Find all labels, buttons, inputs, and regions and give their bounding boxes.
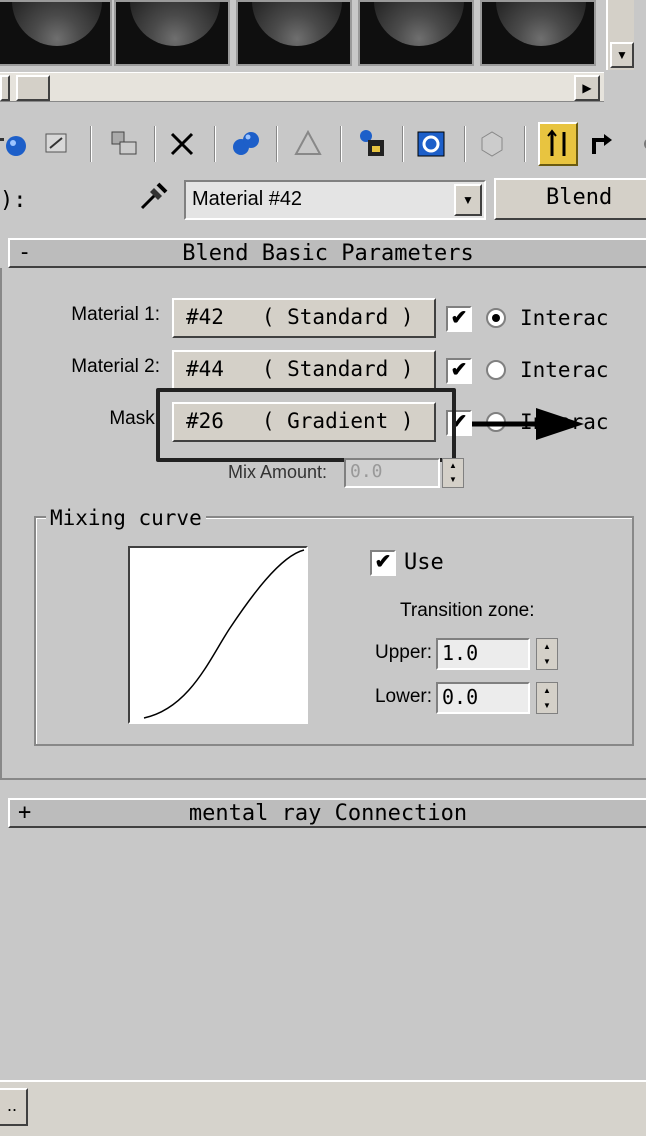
- sample-slot[interactable]: [480, 0, 596, 66]
- lower-label: Lower:: [374, 686, 432, 707]
- material-2-enable-checkbox[interactable]: ✔: [446, 358, 472, 384]
- status-more-button[interactable]: ..: [0, 1088, 28, 1126]
- rollout-title: mental ray Connection: [188, 801, 468, 826]
- sample-slot[interactable]: [358, 0, 474, 66]
- material-sphere-preview: [130, 2, 220, 46]
- material-1-label: Material 1:: [71, 304, 160, 325]
- material-editor-toolbar: [0, 112, 646, 176]
- make-unique-icon[interactable]: [226, 122, 266, 166]
- mix-amount-field[interactable]: 0.0: [344, 458, 440, 488]
- upper-field[interactable]: 1.0: [436, 638, 530, 670]
- sample-slots-vscroll[interactable]: ▼: [606, 0, 634, 70]
- sample-slots: ▼: [0, 0, 646, 72]
- rollout-header-mental-ray[interactable]: + mental ray Connection: [8, 798, 646, 828]
- mix-amount-spinner[interactable]: ▲ ▼: [442, 458, 464, 488]
- material-2-interactive-radio[interactable]: [486, 360, 506, 380]
- material-sphere-preview: [252, 2, 342, 46]
- show-map-in-viewport-icon[interactable]: [412, 122, 452, 166]
- mixing-curve-title: Mixing curve: [46, 506, 206, 530]
- material-1-map-button[interactable]: #42 ( Standard ): [172, 298, 436, 338]
- material-2-map-button[interactable]: #44 ( Standard ): [172, 350, 436, 390]
- get-material-icon[interactable]: [0, 122, 32, 166]
- rollout-title: Blend Basic Parameters: [182, 241, 474, 266]
- put-to-library-icon[interactable]: [288, 122, 328, 166]
- material-1-interactive-label: Interac: [520, 306, 609, 330]
- assign-to-selection-icon[interactable]: [104, 122, 144, 166]
- eyedropper-icon[interactable]: [136, 180, 170, 221]
- go-to-parent-icon[interactable]: [538, 122, 578, 166]
- show-end-result-icon[interactable]: [472, 122, 512, 166]
- mask-label: Mask:: [109, 408, 160, 429]
- reset-map-delete-icon[interactable]: [162, 122, 202, 166]
- mixing-curve-graph: [128, 546, 308, 724]
- rollout-header-blend-basic[interactable]: - Blend Basic Parameters: [8, 238, 646, 268]
- go-forward-to-sibling-icon[interactable]: [584, 122, 624, 166]
- material-type-button[interactable]: Blend: [494, 178, 646, 220]
- material-1-interactive-radio[interactable]: [486, 308, 506, 328]
- status-bar: ..: [0, 1080, 646, 1136]
- material-sphere-preview: [12, 2, 102, 46]
- arrow-right-icon: [470, 400, 590, 453]
- scroll-down-arrow-icon[interactable]: ▼: [610, 42, 634, 68]
- material-name-value[interactable]: Material #42: [192, 188, 302, 211]
- scroll-left-arrow-icon[interactable]: [0, 75, 10, 101]
- material-effects-channel-icon[interactable]: [352, 122, 392, 166]
- highlight-annotation-frame: [156, 388, 456, 462]
- material-2-interactive-label: Interac: [520, 358, 609, 382]
- upper-label: Upper:: [374, 642, 432, 663]
- lower-spinner[interactable]: ▲ ▼: [536, 682, 558, 714]
- sample-slots-hscroll[interactable]: ▶: [0, 72, 604, 102]
- sample-slot[interactable]: [114, 0, 230, 66]
- material-name-combobox[interactable]: Material #42 ▼: [184, 180, 486, 220]
- material-sphere-preview: [374, 2, 464, 46]
- material-sphere-preview: [496, 2, 586, 46]
- chevron-down-icon[interactable]: ▼: [454, 184, 482, 216]
- name-row-label: ):: [0, 188, 27, 213]
- mix-amount-label: Mix Amount:: [228, 462, 328, 482]
- material-1-enable-checkbox[interactable]: ✔: [446, 306, 472, 332]
- scroll-thumb[interactable]: [16, 75, 50, 101]
- sample-slot[interactable]: [236, 0, 352, 66]
- transition-zone-label: Transition zone:: [400, 600, 535, 621]
- scroll-right-arrow-icon[interactable]: ▶: [574, 75, 600, 101]
- use-curve-label: Use: [404, 550, 444, 575]
- material-navigator-icon[interactable]: [626, 122, 646, 166]
- upper-spinner[interactable]: ▲ ▼: [536, 638, 558, 670]
- lower-field[interactable]: 0.0: [436, 682, 530, 714]
- material-2-label: Material 2:: [71, 356, 160, 377]
- put-material-to-scene-icon[interactable]: [38, 122, 78, 166]
- use-curve-checkbox[interactable]: ✔: [370, 550, 396, 576]
- material-name-row: ): Material #42 ▼ Blend: [0, 176, 646, 224]
- sample-slot[interactable]: [0, 0, 112, 66]
